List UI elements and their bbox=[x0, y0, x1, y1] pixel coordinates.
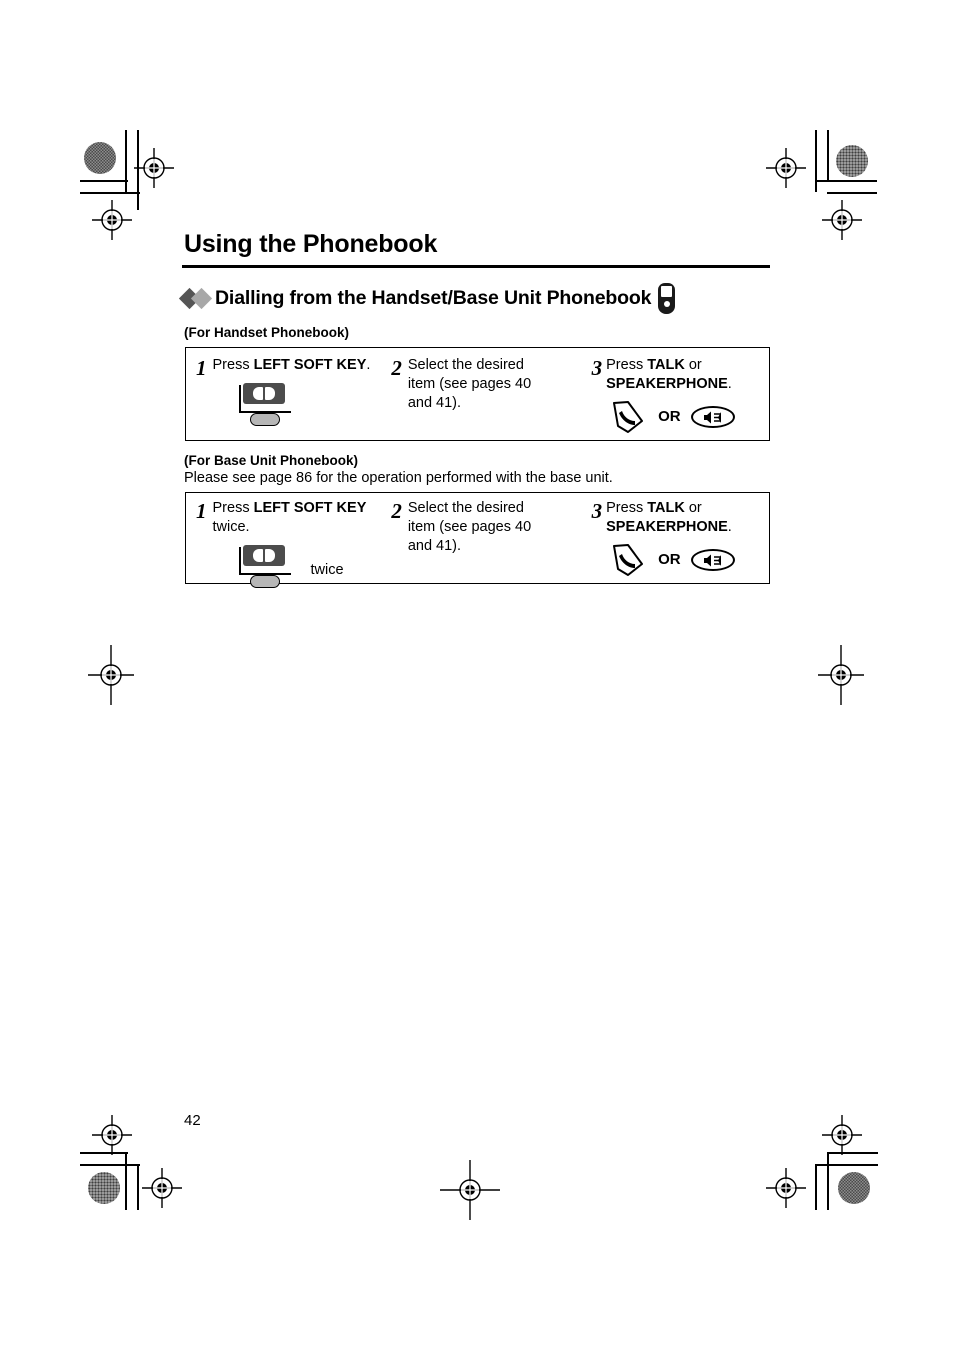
handset-step-2-number: 2 bbox=[391, 356, 402, 380]
soft-key-button bbox=[249, 413, 280, 427]
talk-icon bbox=[613, 401, 644, 434]
handset-step-1-number: 1 bbox=[196, 356, 207, 380]
phonebook-book-icon bbox=[252, 387, 275, 401]
base-unit-steps-box: 1 Press LEFT SOFT KEY twice. twice 2 Sel… bbox=[185, 492, 770, 589]
diamond-light-icon bbox=[190, 287, 213, 310]
handset-step-1-text-period: . bbox=[366, 357, 371, 373]
handset-step-1-body: Press LEFT SOFT KEY. bbox=[207, 356, 371, 427]
handset-step-3-text-press: Press bbox=[606, 357, 648, 373]
handset-step-3-number: 3 bbox=[591, 356, 603, 380]
handset-icon bbox=[658, 283, 676, 314]
base-step-1-number: 1 bbox=[196, 499, 207, 523]
or-separator-label: OR bbox=[658, 408, 681, 426]
base-step-3-text-period: . bbox=[727, 519, 732, 536]
base-step-3: 3 Press TALK or SPEAKERPHONE. OR bbox=[590, 493, 769, 583]
speakerphone-icon bbox=[690, 406, 735, 429]
base-step-3-body: Press TALK or SPEAKERPHONE. OR bbox=[602, 499, 769, 577]
section-bullet-diamonds bbox=[178, 287, 213, 310]
base-step-1-text-twice: twice. bbox=[212, 519, 250, 536]
base-call-icons: OR bbox=[608, 543, 769, 577]
base-step-3-number: 3 bbox=[591, 499, 603, 523]
book-spine bbox=[262, 550, 265, 563]
handset-steps-box: 1 Press LEFT SOFT KEY. 2 Select the desi… bbox=[185, 347, 770, 441]
handset-step-3-text-talk: TALK bbox=[647, 357, 685, 373]
section-heading: Dialling from the Handset/Base Unit Phon… bbox=[178, 283, 782, 314]
base-step-1-text-press: Press bbox=[212, 500, 254, 516]
base-step-2: 2 Select the desired item (see pages 40 … bbox=[385, 493, 589, 583]
section-heading-text: Dialling from the Handset/Base Unit Phon… bbox=[215, 287, 652, 309]
base-step-1: 1 Press LEFT SOFT KEY twice. twice bbox=[186, 493, 385, 589]
handset-step-3: 3 Press TALK or SPEAKERPHONE. OR bbox=[590, 348, 769, 440]
handset-section-label: (For Handset Phonebook) bbox=[184, 325, 349, 340]
soft-key-screen bbox=[242, 545, 285, 567]
talk-icon bbox=[613, 544, 644, 577]
soft-key-button bbox=[249, 575, 280, 589]
base-unit-section-note: Please see page 86 for the operation per… bbox=[184, 470, 613, 486]
base-step-1-icon-row: twice bbox=[213, 537, 386, 589]
soft-key-screen bbox=[242, 383, 285, 405]
title-divider bbox=[182, 265, 770, 268]
manual-page-content: Using the Phonebook Dialling from the Ha… bbox=[0, 0, 954, 1351]
handset-step-1-text-press: Press bbox=[212, 357, 254, 373]
base-step-2-number: 2 bbox=[391, 499, 402, 523]
handset-step-2-body: Select the desired item (see pages 40 an… bbox=[407, 357, 532, 412]
handset-step-3-text-period: . bbox=[727, 376, 732, 393]
base-step-3-text-speakerphone: SPEAKERPHONE bbox=[606, 519, 728, 536]
left-soft-key-icon bbox=[235, 545, 301, 589]
base-unit-section-label: (For Base Unit Phonebook) bbox=[184, 453, 359, 468]
speaker-glyph bbox=[703, 411, 721, 424]
speaker-glyph bbox=[703, 554, 721, 567]
twice-caption: twice bbox=[310, 562, 344, 579]
book-spine bbox=[262, 388, 265, 401]
handset-step-2: 2 Select the desired item (see pages 40 … bbox=[385, 348, 589, 440]
left-soft-key-icon bbox=[235, 383, 301, 427]
handset-step-3-text-or: or bbox=[684, 357, 702, 373]
base-step-3-text-press: Press bbox=[606, 500, 648, 516]
handset-step-3-text-speakerphone: SPEAKERPHONE bbox=[606, 376, 728, 393]
base-step-2-body: Select the desired item (see pages 40 an… bbox=[407, 500, 532, 555]
handset-step-1-text-key: LEFT SOFT KEY bbox=[253, 357, 367, 373]
speakerphone-icon bbox=[690, 549, 735, 572]
handset-step-1: 1 Press LEFT SOFT KEY. bbox=[186, 348, 385, 440]
base-step-1-body: Press LEFT SOFT KEY twice. twice bbox=[207, 499, 386, 589]
or-separator-label: OR bbox=[658, 551, 681, 569]
page-title: Using the Phonebook bbox=[184, 230, 438, 258]
base-step-3-text-or: or bbox=[684, 500, 702, 516]
phonebook-book-icon bbox=[252, 549, 275, 563]
base-step-3-text-talk: TALK bbox=[647, 500, 685, 516]
page-number: 42 bbox=[184, 1112, 201, 1129]
base-step-1-text-key: LEFT SOFT KEY bbox=[253, 500, 367, 516]
handset-step-3-body: Press TALK or SPEAKERPHONE. OR bbox=[602, 356, 769, 434]
handset-call-icons: OR bbox=[608, 400, 769, 434]
